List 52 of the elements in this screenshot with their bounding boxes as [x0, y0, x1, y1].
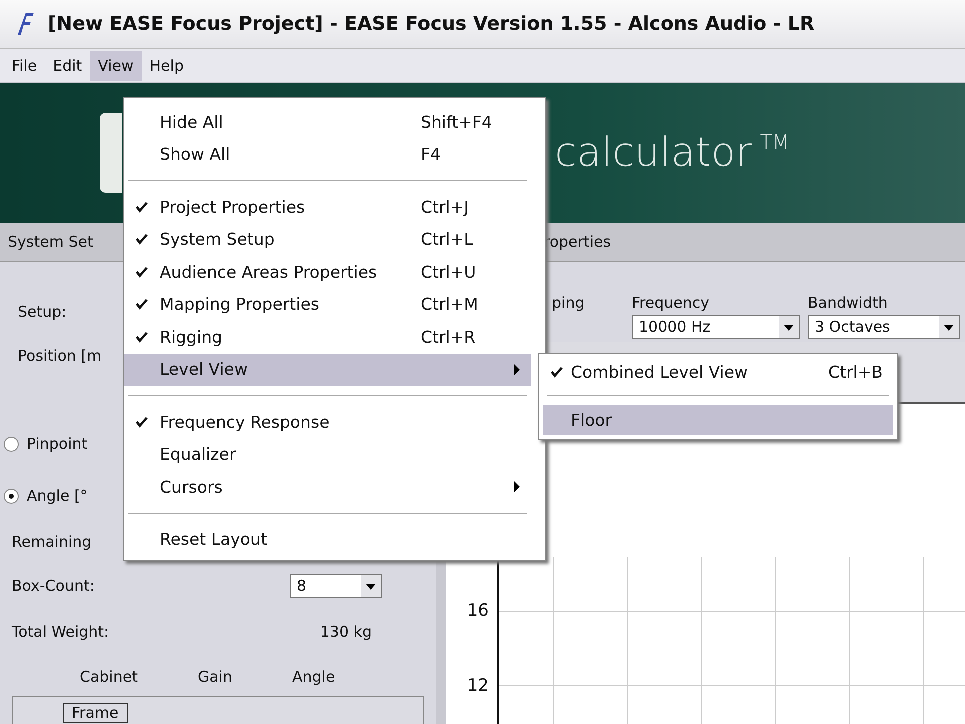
tab[interactable]: roperties [544, 233, 612, 251]
check-icon [136, 299, 148, 310]
radio-button[interactable] [4, 436, 19, 452]
field-label: Setup: [18, 303, 67, 321]
menu-item[interactable]: File [4, 50, 46, 80]
table-cell[interactable]: Frame [63, 703, 128, 723]
menu-item[interactable]: Show All F4 [124, 138, 531, 171]
menu-item[interactable]: Edit [45, 50, 90, 80]
column-header: Cabinet [80, 668, 138, 686]
axis-tick-label: 16 [467, 601, 489, 621]
field-label: ping [552, 294, 586, 314]
check-icon [136, 234, 148, 246]
field-value: 130 kg [320, 623, 372, 641]
menu-item[interactable]: Reset Layout [124, 524, 531, 556]
menu-item[interactable]: Frequency Response [124, 406, 531, 438]
menu-item[interactable]: Project Properties Ctrl+J [124, 191, 531, 224]
field-label: Bandwidth [808, 294, 889, 312]
check-icon [551, 366, 563, 378]
field-label: Box-Count: [12, 577, 95, 595]
menu-item[interactable]: Help [142, 50, 192, 80]
submenu-arrow-icon [513, 364, 521, 376]
box-count-dropdown[interactable]: 8 [290, 574, 382, 598]
menu-item[interactable]: Hide All Shift+F4 [124, 106, 531, 138]
check-icon [136, 202, 148, 213]
check-icon [136, 332, 148, 343]
axis-tick-label: 12 [467, 676, 489, 696]
menu-item[interactable]: Equalizer [124, 438, 531, 471]
menu-item[interactable]: Rigging Ctrl+R [124, 321, 531, 354]
field-label: Remaining [12, 533, 92, 551]
menu-item[interactable]: View [90, 50, 142, 80]
field-label: Frequency [632, 294, 710, 312]
radio-label: Pinpoint [27, 435, 88, 453]
frequency-dropdown[interactable]: 10000 Hz [632, 315, 800, 339]
window-title: [New EASE Focus Project] - EASE Focus Version 1.55 - Alcons Audio - LR [48, 13, 815, 35]
radio-label: Angle [° [27, 487, 88, 505]
menu-item[interactable]: Audience Areas Properties Ctrl+U [124, 256, 531, 288]
menu-item[interactable]: Combined Level View Ctrl+B [543, 357, 893, 387]
field-label: Position [m [18, 347, 102, 365]
menu-item[interactable]: Level View [124, 354, 531, 386]
check-icon [136, 266, 148, 278]
column-header: Angle [292, 668, 336, 686]
menu-item[interactable]: Mapping Properties Ctrl+M [124, 288, 531, 321]
bandwidth-dropdown[interactable]: 3 Octaves [808, 315, 960, 339]
menu-item[interactable]: System Setup Ctrl+L [124, 224, 531, 256]
field-label: Total Weight: [12, 623, 110, 641]
radio-button[interactable] [4, 488, 19, 504]
menu-item[interactable]: Floor [543, 405, 893, 435]
menu-item[interactable]: Cursors [124, 471, 531, 504]
column-header: Gain [198, 668, 232, 686]
banner-text: calculator $^{TM}$ [555, 130, 790, 176]
submenu-arrow-icon [513, 481, 521, 494]
check-icon [136, 416, 148, 428]
